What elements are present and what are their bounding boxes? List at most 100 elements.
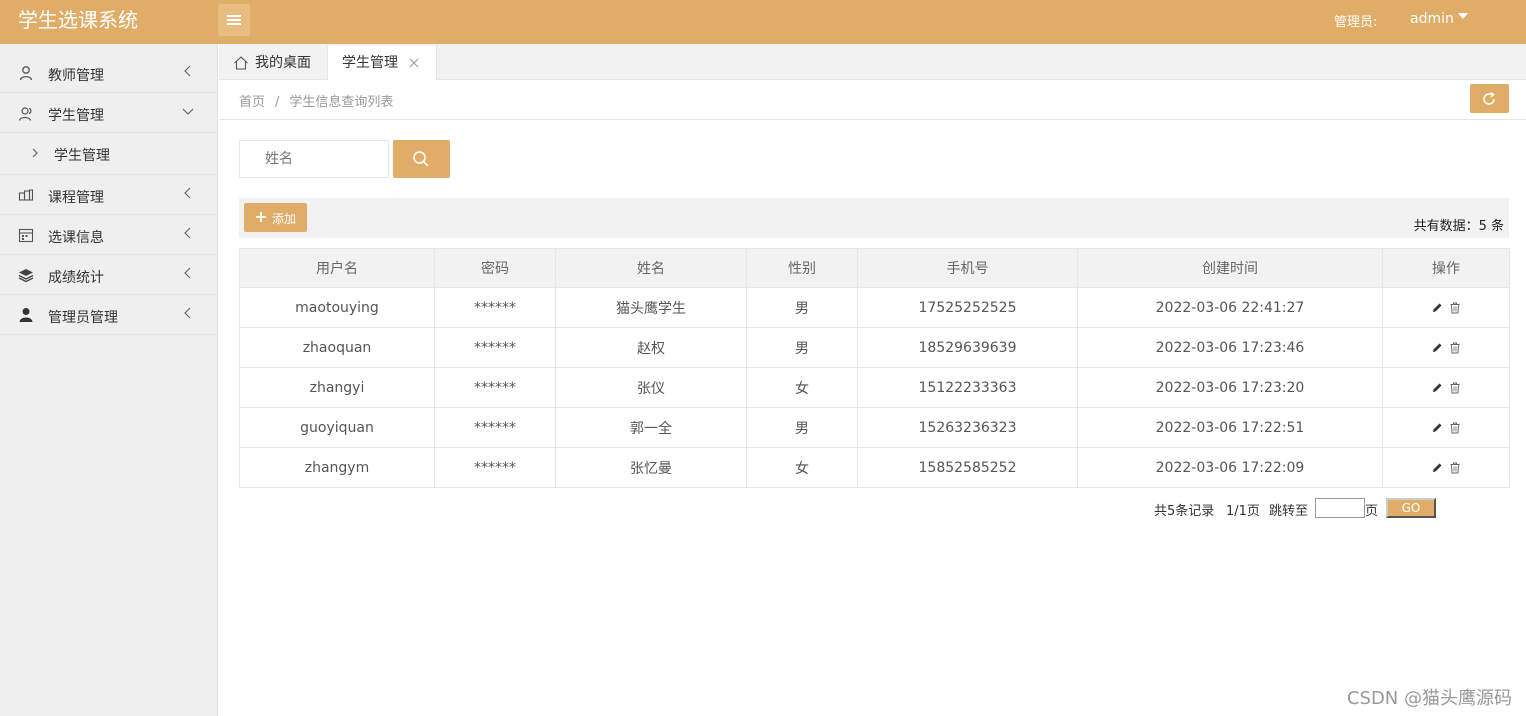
cell-created-time: 2022-03-06 17:23:46 xyxy=(1077,327,1383,368)
sidebar-item-course-selection[interactable]: 选课信息 xyxy=(0,215,217,255)
search-button[interactable] xyxy=(393,140,450,178)
edit-icon[interactable] xyxy=(1431,382,1443,394)
column-header: 创建时间 xyxy=(1077,248,1383,288)
watermark: CSDN @猫头鹰源码 xyxy=(1346,688,1512,709)
edit-icon[interactable] xyxy=(1431,302,1443,314)
sidebar-item-students[interactable]: 学生管理 xyxy=(0,93,217,133)
table-row: guoyiquan ****** 郭一全 男 15263236323 2022-… xyxy=(239,407,1510,448)
refresh-icon xyxy=(1483,91,1495,105)
menu-toggle-button[interactable] xyxy=(218,4,250,36)
sidebar-item-label: 课程管理 xyxy=(48,190,104,206)
pagination-page-count: 1/1页 xyxy=(1226,504,1260,519)
table-row: maotouying ****** 猫头鹰学生 男 17525252525 20… xyxy=(239,287,1510,328)
delete-icon[interactable] xyxy=(1449,302,1461,314)
cell-gender: 男 xyxy=(746,327,858,368)
cell-created-time: 2022-03-06 17:22:09 xyxy=(1077,447,1383,488)
cell-password: ****** xyxy=(434,287,556,328)
edit-icon[interactable] xyxy=(1431,342,1443,354)
table-row: zhangym ****** 张忆曼 女 15852585252 2022-03… xyxy=(239,447,1510,488)
tab-bar: 我的桌面 学生管理 xyxy=(219,44,1526,80)
search-icon xyxy=(413,151,429,167)
cell-username: maotouying xyxy=(239,287,435,328)
chevron-left-icon xyxy=(184,227,191,239)
cell-actions xyxy=(1382,287,1510,328)
edit-icon[interactable] xyxy=(1431,422,1443,434)
close-icon[interactable] xyxy=(408,57,420,69)
column-header: 性别 xyxy=(746,248,858,288)
sidebar-subitem-label: 学生管理 xyxy=(54,148,110,164)
cell-gender: 女 xyxy=(746,447,858,488)
cell-username: guoyiquan xyxy=(239,407,435,448)
cell-gender: 男 xyxy=(746,407,858,448)
column-header: 用户名 xyxy=(239,248,435,288)
home-icon xyxy=(234,56,248,70)
tab-my-desktop[interactable]: 我的桌面 xyxy=(219,46,327,80)
cell-phone: 15263236323 xyxy=(857,407,1078,448)
delete-icon[interactable] xyxy=(1449,342,1461,354)
admin-user-icon xyxy=(19,308,33,322)
sidebar-item-label: 选课信息 xyxy=(48,230,104,246)
cell-password: ****** xyxy=(434,447,556,488)
cell-actions xyxy=(1382,367,1510,408)
sidebar-item-label: 教师管理 xyxy=(48,68,104,84)
table-toolbar: 添加 共有数据：5 条 xyxy=(239,198,1509,238)
chevron-left-icon xyxy=(184,267,191,279)
edit-icon[interactable] xyxy=(1431,462,1443,474)
total-count: 共有数据：5 条 xyxy=(1413,219,1504,234)
cell-phone: 18529639639 xyxy=(857,327,1078,368)
sidebar-item-label: 成绩统计 xyxy=(48,270,104,286)
breadcrumb-home[interactable]: 首页 xyxy=(239,95,265,110)
sidebar-item-label: 学生管理 xyxy=(48,108,104,124)
sidebar: 教师管理 学生管理 学生管理 课程管理 选课信息 成绩统计 管理员管理 xyxy=(0,44,218,716)
cell-username: zhangym xyxy=(239,447,435,488)
tab-student-management[interactable]: 学生管理 xyxy=(327,46,437,80)
delete-icon[interactable] xyxy=(1449,422,1461,434)
student-table: 用户名 密码 姓名 性别 手机号 创建时间 操作 maotouying ****… xyxy=(239,248,1510,488)
sidebar-item-courses[interactable]: 课程管理 xyxy=(0,175,217,215)
sidebar-item-label: 管理员管理 xyxy=(48,310,118,326)
tab-label: 我的桌面 xyxy=(255,55,311,71)
cell-password: ****** xyxy=(434,327,556,368)
breadcrumb-current: 学生信息查询列表 xyxy=(289,95,394,110)
go-button[interactable]: GO xyxy=(1386,498,1436,518)
breadcrumb-bar: 首页 / 学生信息查询列表 xyxy=(219,80,1526,120)
sidebar-item-grade-stats[interactable]: 成绩统计 xyxy=(0,255,217,295)
user-menu[interactable]: admin xyxy=(1410,11,1468,27)
cell-phone: 17525252525 xyxy=(857,287,1078,328)
pagination-page-unit: 页 xyxy=(1365,504,1379,519)
chevron-left-icon xyxy=(184,307,191,319)
chevron-right-icon xyxy=(32,148,38,158)
cell-username: zhangyi xyxy=(239,367,435,408)
sidebar-item-teachers[interactable]: 教师管理 xyxy=(0,44,217,93)
sidebar-item-admins[interactable]: 管理员管理 xyxy=(0,295,217,335)
cell-created-time: 2022-03-06 17:23:20 xyxy=(1077,367,1383,408)
cell-name: 郭一全 xyxy=(555,407,747,448)
cell-created-time: 2022-03-06 17:22:51 xyxy=(1077,407,1383,448)
delete-icon[interactable] xyxy=(1449,462,1461,474)
delete-icon[interactable] xyxy=(1449,382,1461,394)
breadcrumb-separator: / xyxy=(275,95,280,110)
layers-icon xyxy=(18,269,34,283)
user-icon xyxy=(19,66,33,81)
cell-gender: 女 xyxy=(746,367,858,408)
column-header: 操作 xyxy=(1382,248,1510,288)
page-jump-input[interactable] xyxy=(1315,498,1365,518)
admin-label: 管理员: xyxy=(1334,15,1378,30)
cell-username: zhaoquan xyxy=(239,327,435,368)
sidebar-subitem-student-management[interactable]: 学生管理 xyxy=(0,133,217,175)
cell-password: ****** xyxy=(434,407,556,448)
cell-actions xyxy=(1382,327,1510,368)
name-search-input[interactable] xyxy=(239,140,389,178)
cell-name: 赵权 xyxy=(555,327,747,368)
column-header: 姓名 xyxy=(555,248,747,288)
refresh-button[interactable] xyxy=(1470,84,1509,113)
cell-gender: 男 xyxy=(746,287,858,328)
cell-name: 猫头鹰学生 xyxy=(555,287,747,328)
username: admin xyxy=(1410,11,1454,27)
add-button[interactable]: 添加 xyxy=(244,203,307,232)
caret-down-icon xyxy=(1457,13,1468,19)
users-icon xyxy=(18,107,32,121)
cell-actions xyxy=(1382,447,1510,488)
cell-password: ****** xyxy=(434,367,556,408)
chevron-down-icon xyxy=(182,108,194,115)
